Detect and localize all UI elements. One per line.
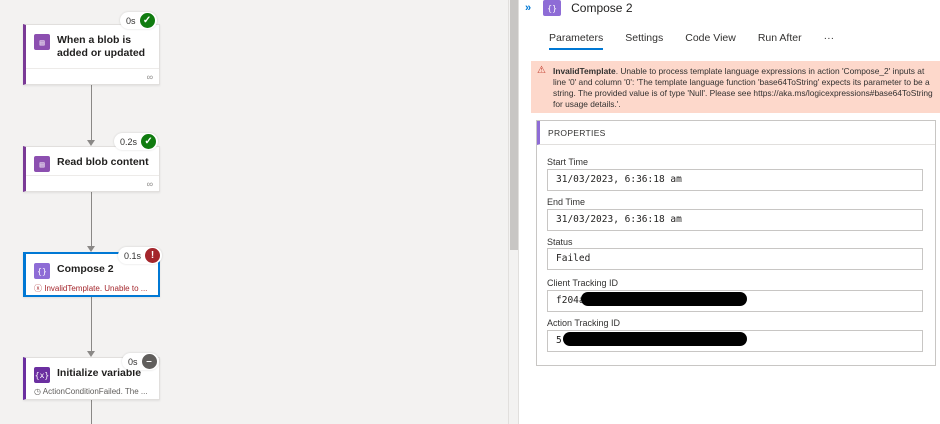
connector-line xyxy=(91,400,92,424)
tab-parameters[interactable]: Parameters xyxy=(549,32,604,50)
link-icon[interactable]: ∞ xyxy=(147,72,153,82)
action-card-blob-trigger[interactable]: ▤ When a blob is added or updated ∞ xyxy=(23,24,160,85)
properties-section: PROPERTIES Start Time 31/03/2023, 6:36:1… xyxy=(536,120,936,366)
redaction-mark xyxy=(581,292,747,306)
status-badge: 0.1s ! xyxy=(118,247,163,264)
end-time-label: End Time xyxy=(547,197,586,207)
error-summary: ⓧ InvalidTemplate. Unable to ... xyxy=(34,284,148,293)
duration-label: 0.1s xyxy=(124,250,142,261)
tab-code-view[interactable]: Code View xyxy=(685,32,736,50)
status-badge: 0.2s ✓ xyxy=(114,133,159,150)
card-title: When a blob is added or updated xyxy=(57,34,146,59)
card-title: Read blob content xyxy=(57,156,149,168)
error-code: InvalidTemplate xyxy=(553,66,616,76)
action-card-read-blob[interactable]: ▤ Read blob content ∞ xyxy=(23,146,160,192)
designer-canvas[interactable]: ▤ When a blob is added or updated ∞ 0s ✓… xyxy=(0,0,508,424)
check-icon: ✓ xyxy=(139,13,155,28)
card-title: Compose 2 xyxy=(57,263,114,275)
action-tracking-id-label: Action Tracking ID xyxy=(547,318,621,328)
warning-icon: ⚠ xyxy=(537,65,546,76)
start-time-field: 31/03/2023, 6:36:18 am xyxy=(547,169,923,191)
duration-label: 0.2s xyxy=(120,136,138,147)
expand-panel-icon[interactable]: » xyxy=(525,2,531,14)
error-circle-icon: ⓧ xyxy=(34,284,42,293)
link-icon[interactable]: ∞ xyxy=(147,179,153,189)
blob-storage-icon: ▤ xyxy=(34,156,50,172)
start-time-label: Start Time xyxy=(547,157,589,167)
status-badge: 0s – xyxy=(122,353,159,370)
properties-header: PROPERTIES xyxy=(537,121,935,145)
panel-title: Compose 2 xyxy=(571,1,633,15)
panel-header: » {} Compose 2 xyxy=(519,0,940,16)
error-icon: ! xyxy=(145,248,161,263)
tab-run-after[interactable]: Run After xyxy=(758,32,802,50)
skip-summary: ◷ ActionConditionFailed. The ... xyxy=(34,387,148,396)
status-field: Failed xyxy=(547,248,923,270)
duration-label: 0s xyxy=(126,15,136,26)
variable-icon: {x} xyxy=(34,367,50,383)
skipped-icon: – xyxy=(141,354,157,369)
panel-tabs: Parameters Settings Code View Run After … xyxy=(549,32,856,50)
redaction-mark xyxy=(563,332,747,346)
end-time-field: 31/03/2023, 6:36:18 am xyxy=(547,209,923,231)
compose-icon: {} xyxy=(543,0,562,16)
connector-line xyxy=(91,297,92,351)
tab-settings[interactable]: Settings xyxy=(625,32,663,50)
status-badge: 0s ✓ xyxy=(120,12,157,29)
connector-line xyxy=(91,84,92,140)
status-label: Status xyxy=(547,237,573,247)
more-tabs-button[interactable]: ··· xyxy=(824,32,835,50)
details-panel: » {} Compose 2 Parameters Settings Code … xyxy=(518,0,940,424)
scrollbar-thumb[interactable] xyxy=(510,0,518,250)
duration-label: 0s xyxy=(128,356,138,367)
clock-icon: ◷ xyxy=(34,387,41,396)
client-tracking-id-label: Client Tracking ID xyxy=(547,278,619,288)
error-message-bar: ⚠ InvalidTemplate. Unable to process tem… xyxy=(531,61,940,113)
check-icon: ✓ xyxy=(141,134,157,149)
connector-line xyxy=(91,192,92,246)
blob-storage-icon: ▤ xyxy=(34,34,50,50)
canvas-scrollbar[interactable] xyxy=(508,0,518,424)
compose-icon: {} xyxy=(34,263,50,279)
